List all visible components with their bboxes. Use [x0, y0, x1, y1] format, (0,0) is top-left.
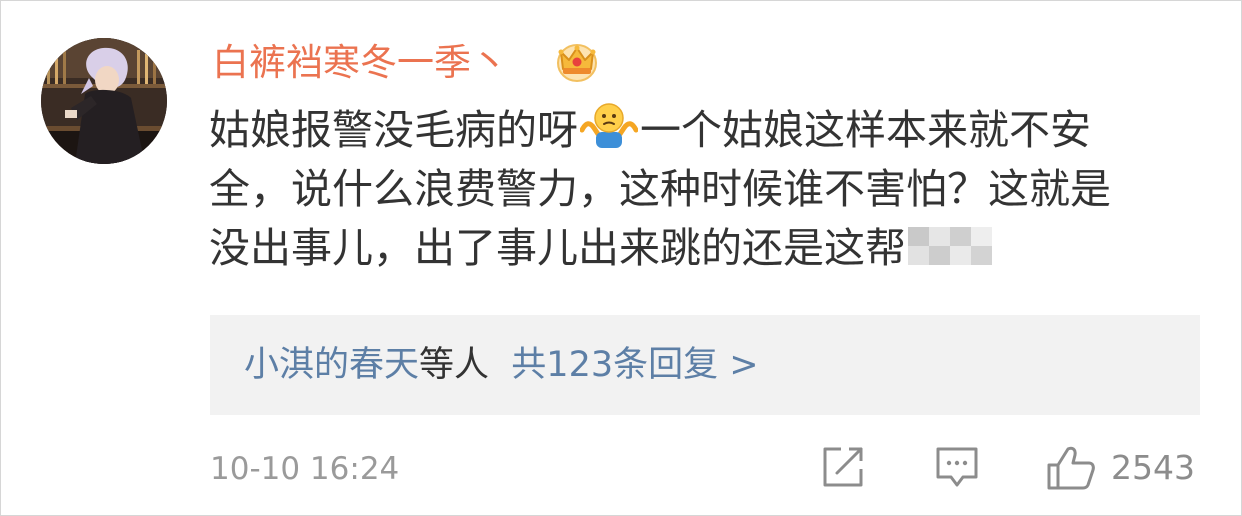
comment-line-2: 全，说什么浪费警力，这种时候谁不害怕？这就是 — [209, 165, 1111, 213]
comment-segment: 姑娘报警没毛病的呀 — [209, 106, 578, 154]
avatar[interactable] — [41, 38, 167, 164]
share-icon[interactable] — [821, 445, 865, 489]
replies-summary: 小淇的春天等人 共123条回复 > — [244, 340, 759, 390]
comment-segment: 一个姑娘这样本来就不安 — [640, 106, 1091, 154]
avatar-image — [41, 38, 167, 164]
comment-line-3: 没出事儿，出了事儿出来跳的还是这帮 — [209, 219, 1209, 278]
reply-others-label: 等人 — [419, 345, 490, 385]
shrug-emoji-icon — [580, 103, 638, 148]
username[interactable]: 白裤裆寒冬一季丶 — [212, 38, 508, 88]
crown-icon — [557, 44, 597, 82]
comment-text: 姑娘报警没毛病的呀 一个姑娘这样本来就不安 全，说什么浪费警力，这种时候谁不害怕… — [209, 101, 1209, 278]
censored-mosaic — [908, 227, 992, 265]
timestamp: 10-10 16:24 — [210, 451, 400, 487]
comment-segment: 没出事儿，出了事儿出来跳的还是这帮 — [209, 224, 906, 272]
like-count: 2543 — [1111, 448, 1195, 487]
reply-count-link[interactable]: 共123条回复 > — [511, 345, 758, 385]
reply-user-link[interactable]: 小淇的春天 — [244, 345, 419, 385]
comment-line-1: 姑娘报警没毛病的呀 一个姑娘这样本来就不安 — [209, 101, 1209, 160]
like-thumb-icon[interactable] — [1046, 445, 1096, 491]
comment-card: 白裤裆寒冬一季丶 姑娘报警没毛病的呀 一个姑娘这样本来就不安 全，说什么浪费警力… — [0, 0, 1242, 516]
comment-icon[interactable] — [935, 445, 979, 489]
replies-preview[interactable]: 小淇的春天等人 共123条回复 > — [210, 315, 1200, 415]
